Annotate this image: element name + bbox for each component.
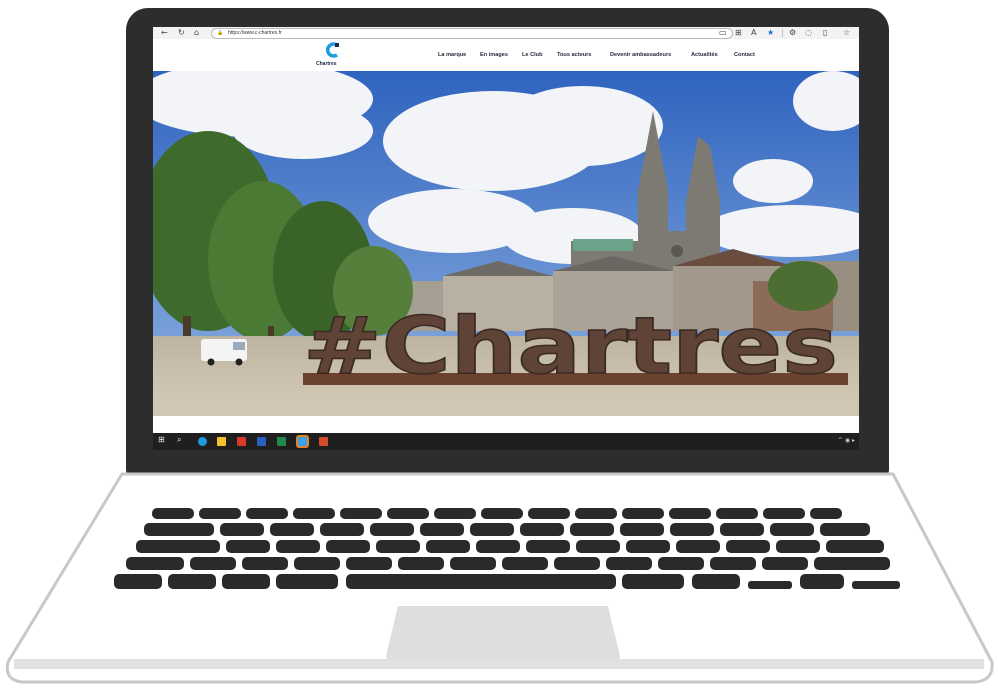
nav-devenir-ambassadeurs[interactable]: Devenir ambassadeurs: [610, 52, 671, 58]
address-bar[interactable]: 🔒 https://www.c-chartres.fr: [211, 28, 733, 39]
nav-actualites[interactable]: Actualités: [691, 52, 718, 58]
acrobat-icon[interactable]: [237, 437, 246, 446]
search-icon[interactable]: ⌕: [177, 435, 181, 445]
screen: ← ↻ ⌂ 🔒 https://www.c-chartres.fr ▭ ⊞ A …: [153, 27, 859, 450]
site-header: Chartres La marque En images Le Club Tou…: [153, 39, 859, 71]
logo-text: Chartres: [316, 61, 337, 67]
nav-contact[interactable]: Contact: [734, 52, 755, 58]
back-icon[interactable]: ←: [161, 28, 168, 38]
active-app-icon[interactable]: [296, 435, 309, 448]
windows-taskbar: ⊞ ⌕ ^ ◉ ▸: [153, 433, 859, 450]
favorites-icon[interactable]: ☆: [843, 28, 850, 38]
start-icon[interactable]: ⊞: [158, 435, 165, 444]
favorite-star-icon[interactable]: ★: [767, 28, 774, 38]
read-aloud-icon[interactable]: A: [751, 28, 756, 38]
toolbar-divider: |: [781, 28, 784, 37]
keyboard-row-2: [144, 523, 870, 536]
sidebar-icon[interactable]: ▯: [823, 28, 827, 38]
hero-photo-illustration: #Chartres: [153, 71, 859, 416]
grid-icon[interactable]: ⊞: [735, 28, 742, 38]
refresh-icon[interactable]: ↻: [178, 28, 185, 38]
nav-la-marque[interactable]: La marque: [438, 52, 466, 58]
nav-tous-acteurs[interactable]: Tous acteurs: [557, 52, 591, 58]
lock-icon: 🔒: [217, 30, 224, 36]
powerpoint-icon[interactable]: [319, 437, 328, 446]
edge-browser-icon[interactable]: [198, 437, 207, 446]
system-tray[interactable]: ^ ◉ ▸: [838, 437, 855, 444]
nav-en-images[interactable]: En images: [480, 52, 508, 58]
word-icon[interactable]: [257, 437, 266, 446]
spacebar: [346, 574, 616, 589]
extension-icon[interactable]: ⚙: [789, 28, 796, 38]
page-below-hero: [153, 416, 859, 433]
url-text: https://www.c-chartres.fr: [228, 30, 282, 36]
tab-action-icon[interactable]: ▭: [719, 28, 727, 38]
chartres-logo-icon[interactable]: [325, 42, 341, 58]
nav-le-club[interactable]: Le Club: [522, 52, 543, 58]
excel-icon[interactable]: [277, 437, 286, 446]
trackpad: [386, 606, 620, 660]
home-icon[interactable]: ⌂: [194, 28, 199, 38]
hero-image: #Chartres: [153, 71, 859, 416]
collections-icon[interactable]: ◌: [805, 28, 812, 38]
keyboard-row-1: [152, 508, 842, 519]
chartres-sign-text: #Chartres: [303, 302, 838, 392]
file-explorer-icon[interactable]: [217, 437, 226, 446]
